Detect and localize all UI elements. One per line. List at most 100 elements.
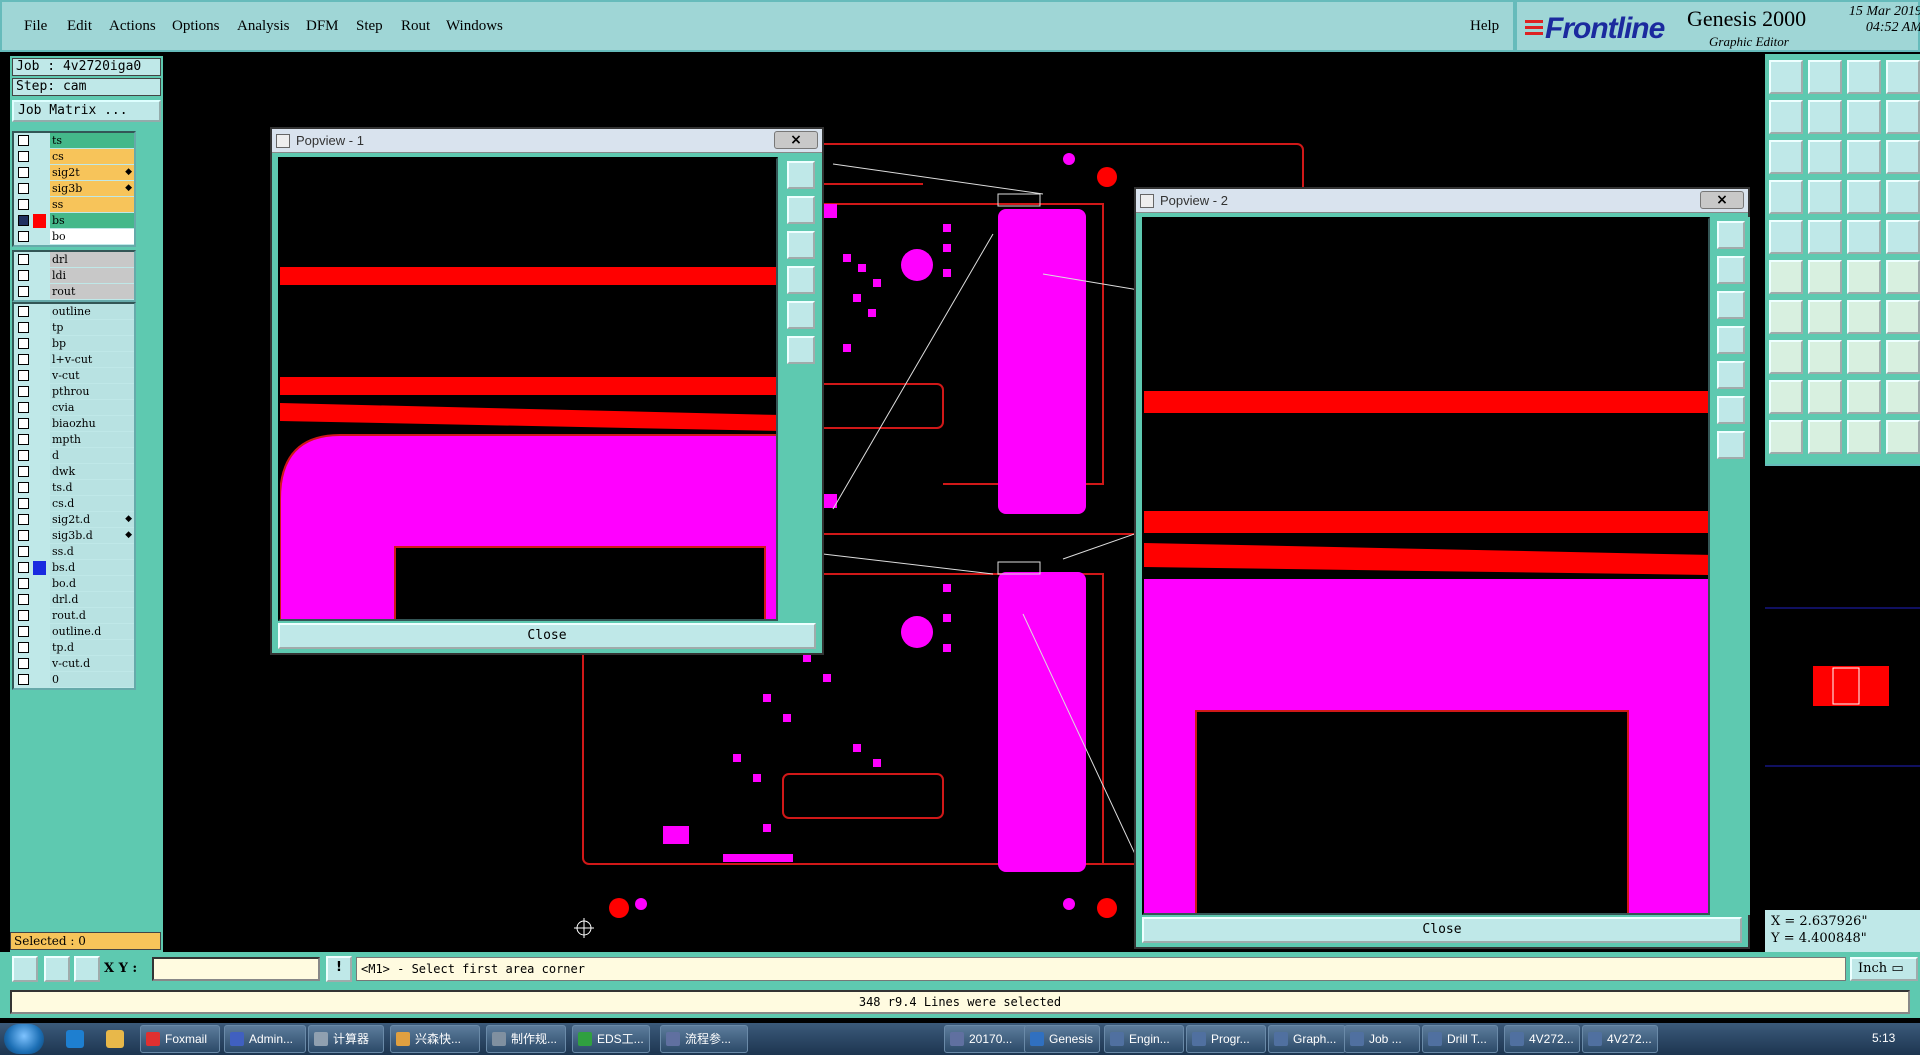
layer-row[interactable]: cs.d bbox=[14, 496, 134, 512]
layer-checkbox[interactable] bbox=[18, 286, 29, 297]
taskbar-item[interactable]: 流程参... bbox=[660, 1025, 748, 1053]
zoom-in-button[interactable] bbox=[787, 301, 815, 329]
popview-2-close-button[interactable]: Close bbox=[1142, 917, 1742, 943]
select-mode-icon[interactable] bbox=[12, 956, 38, 982]
taskbar-item[interactable]: Engin... bbox=[1104, 1025, 1184, 1053]
pan-right-button[interactable] bbox=[1717, 361, 1745, 389]
layer-name[interactable]: l+v-cut bbox=[50, 352, 134, 367]
layer-checkbox[interactable] bbox=[18, 338, 29, 349]
pointer-icon[interactable] bbox=[1769, 420, 1803, 454]
layer-name[interactable]: rout.d bbox=[50, 608, 134, 623]
layer-checkbox[interactable] bbox=[18, 642, 29, 653]
layer-checkbox[interactable] bbox=[18, 183, 29, 194]
menu-file[interactable]: File bbox=[24, 18, 47, 35]
taskbar-item[interactable]: Admin... bbox=[224, 1025, 306, 1053]
menu-windows[interactable]: Windows bbox=[446, 18, 503, 35]
layer-row[interactable]: bo.d bbox=[14, 576, 134, 592]
layout-icon[interactable] bbox=[1886, 100, 1920, 134]
layer-row[interactable]: dwk bbox=[14, 464, 134, 480]
taskbar-item[interactable]: Genesis bbox=[1024, 1025, 1100, 1053]
taskbar-item[interactable]: 制作规... bbox=[486, 1025, 566, 1053]
xy-input[interactable] bbox=[152, 957, 320, 981]
layer-name[interactable]: ldi bbox=[50, 268, 134, 283]
fit-icon[interactable] bbox=[1769, 140, 1803, 174]
folder-icon[interactable] bbox=[106, 1030, 124, 1048]
align-icon[interactable] bbox=[1847, 340, 1881, 374]
layer-name[interactable]: outline bbox=[50, 304, 134, 319]
zoom-out-button[interactable] bbox=[787, 336, 815, 364]
layer-checkbox[interactable] bbox=[18, 386, 29, 397]
pad-icon[interactable] bbox=[1769, 220, 1803, 254]
rotate-icon[interactable] bbox=[1847, 300, 1881, 334]
layer-checkbox[interactable] bbox=[18, 402, 29, 413]
layer-name[interactable]: dwk bbox=[50, 464, 134, 479]
arc-icon[interactable] bbox=[1886, 260, 1920, 294]
probe-icon[interactable] bbox=[1769, 180, 1803, 214]
zoom-fit-button[interactable] bbox=[1717, 221, 1745, 249]
layer-name[interactable]: mpth bbox=[50, 432, 134, 447]
layer-row[interactable]: cs bbox=[14, 149, 134, 165]
layer-checkbox[interactable] bbox=[18, 450, 29, 461]
layer-name[interactable]: sig2t ◆ bbox=[50, 165, 134, 180]
center-icon[interactable] bbox=[1808, 140, 1842, 174]
pan-up-button[interactable] bbox=[787, 196, 815, 224]
move-icon[interactable] bbox=[1769, 60, 1803, 94]
layer-name[interactable]: sig2t.d ◆ bbox=[50, 512, 134, 527]
menu-help[interactable]: Help bbox=[1470, 18, 1499, 35]
layer-checkbox[interactable] bbox=[18, 674, 29, 685]
triangle4-icon[interactable] bbox=[1886, 380, 1920, 414]
pointer4-icon[interactable] bbox=[1886, 420, 1920, 454]
pan-right-icon[interactable] bbox=[1808, 100, 1842, 134]
layer-row[interactable]: rout bbox=[14, 284, 134, 300]
layer-checkbox[interactable] bbox=[18, 482, 29, 493]
layer-checkbox[interactable] bbox=[18, 270, 29, 281]
pan-left-button[interactable] bbox=[1717, 326, 1745, 354]
taskbar-item[interactable]: Progr... bbox=[1186, 1025, 1266, 1053]
layer-row[interactable]: bs bbox=[14, 213, 134, 229]
connect-icon[interactable] bbox=[1769, 260, 1803, 294]
popview-1-view[interactable] bbox=[278, 157, 778, 621]
triangle-icon[interactable] bbox=[1769, 380, 1803, 414]
layer-checkbox[interactable] bbox=[18, 658, 29, 669]
place-icon[interactable] bbox=[1808, 60, 1842, 94]
layer-row[interactable]: ss bbox=[14, 197, 134, 213]
menu-actions[interactable]: Actions bbox=[109, 18, 156, 35]
layer-name[interactable]: bp bbox=[50, 336, 134, 351]
menu-step[interactable]: Step bbox=[356, 18, 383, 35]
layer-checkbox[interactable] bbox=[18, 498, 29, 509]
layer-name[interactable]: bs bbox=[50, 213, 134, 228]
layer-checkbox[interactable] bbox=[18, 562, 29, 573]
layer-checkbox[interactable] bbox=[18, 578, 29, 589]
zoom-in-button[interactable] bbox=[1717, 396, 1745, 424]
layer-name[interactable]: rout bbox=[50, 284, 134, 299]
layer-checkbox[interactable] bbox=[18, 610, 29, 621]
draw-angle-icon[interactable] bbox=[1808, 300, 1842, 334]
layer-checkbox[interactable] bbox=[18, 434, 29, 445]
layer-checkbox[interactable] bbox=[18, 151, 29, 162]
taskbar-item[interactable]: 计算器 bbox=[308, 1025, 384, 1053]
snap2-icon[interactable] bbox=[1886, 180, 1920, 214]
layer-row[interactable]: sig2t ◆ bbox=[14, 165, 134, 181]
layer-row[interactable]: drl.d bbox=[14, 592, 134, 608]
layer-checkbox[interactable] bbox=[18, 466, 29, 477]
layer-checkbox[interactable] bbox=[18, 254, 29, 265]
layer-name[interactable]: v-cut bbox=[50, 368, 134, 383]
popview-1-close-button[interactable]: Close bbox=[278, 623, 816, 649]
taskbar-item[interactable]: Graph... bbox=[1268, 1025, 1346, 1053]
layer-row[interactable]: ts.d bbox=[14, 480, 134, 496]
group-icon[interactable] bbox=[1886, 340, 1920, 374]
pointer3-icon[interactable] bbox=[1847, 420, 1881, 454]
layer-row[interactable]: v-cut bbox=[14, 368, 134, 384]
layer-name[interactable]: tp.d bbox=[50, 640, 134, 655]
measure-icon[interactable] bbox=[44, 956, 70, 982]
menu-edit[interactable]: Edit bbox=[67, 18, 92, 35]
slot-icon[interactable] bbox=[1847, 220, 1881, 254]
layer-name[interactable]: ts.d bbox=[50, 480, 134, 495]
layer-row[interactable]: outline.d bbox=[14, 624, 134, 640]
job-matrix-button[interactable]: Job Matrix ... bbox=[12, 100, 161, 122]
taskbar-item[interactable]: 4V272... bbox=[1582, 1025, 1658, 1053]
layer-row[interactable]: cvia bbox=[14, 400, 134, 416]
frame-icon[interactable] bbox=[1886, 60, 1920, 94]
layer-row[interactable]: rout.d bbox=[14, 608, 134, 624]
cross-icon[interactable] bbox=[1808, 260, 1842, 294]
